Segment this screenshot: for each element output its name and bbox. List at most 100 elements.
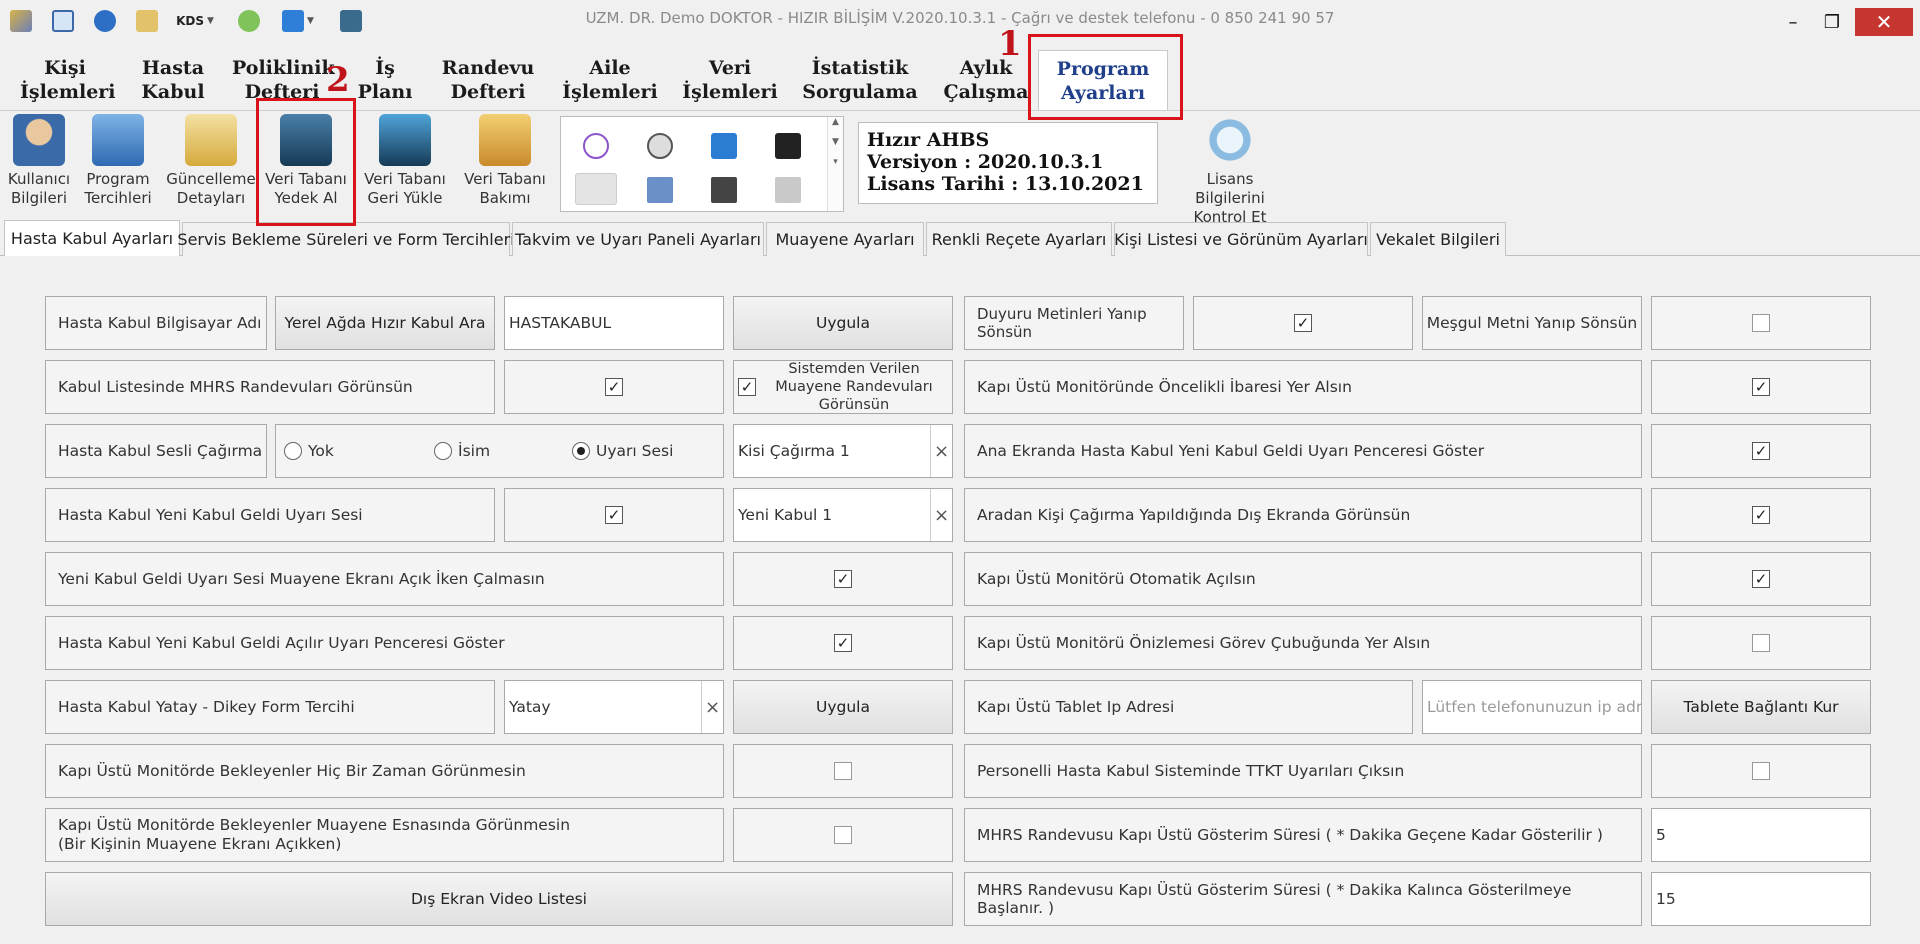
radio-name-label: İsim	[458, 442, 491, 461]
radio-none-label: Yok	[308, 442, 334, 461]
system-appt-checkbox[interactable]: ✓	[738, 378, 756, 396]
radio-sound[interactable]	[572, 442, 590, 461]
grid-blue-icon[interactable]	[647, 177, 673, 203]
main-popup-checkbox[interactable]: ✓	[1752, 442, 1770, 460]
tab-muayene-ayarlari[interactable]: Muayene Ayarları	[766, 222, 924, 256]
tab-servis-bekleme[interactable]: Servis Bekleme Süreleri ve Form Tercihle…	[177, 222, 515, 256]
radio-name[interactable]	[434, 442, 452, 461]
annotation-number-2: 2	[326, 60, 350, 100]
apply-orientation-button[interactable]: Uygula	[733, 680, 953, 734]
menu-is-plani[interactable]: İş Planı	[350, 56, 420, 108]
grid-light-icon[interactable]	[775, 177, 801, 203]
pc-name-label: Hasta Kabul Bilgisayar Adı	[45, 296, 267, 350]
gallery-scrollbar[interactable]: ▲ ▼ ▾	[827, 117, 843, 211]
ttkt-cell	[1651, 744, 1871, 798]
version-number: Versiyon : 2020.10.3.1	[867, 151, 1104, 173]
popup-checkbox[interactable]: ✓	[834, 634, 852, 652]
clear-icon[interactable]: ×	[701, 681, 723, 733]
annotation-number-1: 1	[998, 24, 1022, 64]
priority-checkbox[interactable]: ✓	[1752, 378, 1770, 396]
call-sound-select[interactable]: Kisi Çağırma 1 ×	[733, 424, 953, 478]
pc-name-input[interactable]: HASTAKABUL	[504, 296, 724, 350]
blink-checkbox[interactable]: ✓	[1294, 314, 1312, 332]
database-restore-icon	[379, 114, 431, 166]
office-blue-icon[interactable]	[711, 133, 737, 159]
tab-takvim-uyari[interactable]: Takvim ve Uyarı Paneli Ayarları	[512, 222, 764, 256]
tab-renkli-recete[interactable]: Renkli Reçete Ayarları	[926, 222, 1112, 256]
popup-label: Hasta Kabul Yeni Kabul Geldi Açılır Uyar…	[45, 616, 724, 670]
voice-call-label: Hasta Kabul Sesli Çağırma	[45, 424, 267, 478]
busy-blink-checkbox[interactable]	[1752, 314, 1770, 332]
mhrs-visible-cell: ✓	[504, 360, 724, 414]
menu-aile-islemleri[interactable]: Aile İşlemleri	[560, 56, 660, 108]
video-list-button[interactable]: Dış Ekran Video Listesi	[45, 872, 953, 926]
tab-kisi-listesi[interactable]: Kişi Listesi ve Görünüm Ayarları	[1114, 222, 1368, 256]
auto-open-checkbox[interactable]: ✓	[1752, 570, 1770, 588]
menu-veri-islemleri[interactable]: Veri İşlemleri	[680, 56, 780, 108]
blink-cell: ✓	[1193, 296, 1413, 350]
auto-open-cell: ✓	[1651, 552, 1871, 606]
radio-sound-option[interactable]: Uyarı Sesi	[572, 442, 673, 461]
mhrs-time1-input[interactable]: 5	[1651, 808, 1871, 862]
update-details-button[interactable]: Güncelleme Detayları	[164, 114, 258, 208]
new-sound-checkbox[interactable]: ✓	[605, 506, 623, 524]
theme-gallery[interactable]: ▲ ▼ ▾	[560, 116, 844, 212]
license-date: Lisans Tarihi : 13.10.2021	[867, 173, 1144, 195]
apply-button[interactable]: Uygula	[733, 296, 953, 350]
new-sound-select[interactable]: Yeni Kabul 1 ×	[733, 488, 953, 542]
radio-sound-label: Uyarı Sesi	[596, 442, 674, 461]
radio-none[interactable]	[284, 442, 302, 461]
office-black-icon[interactable]	[775, 133, 801, 159]
version-box: Hızır AHBS Versiyon : 2020.10.3.1 Lisans…	[858, 122, 1158, 204]
main-popup-label: Ana Ekranda Hasta Kabul Yeni Kabul Geldi…	[964, 424, 1642, 478]
mhrs-time1-label: MHRS Randevusu Kapı Üstü Gösterim Süresi…	[964, 808, 1642, 862]
clear-icon[interactable]: ×	[930, 425, 952, 477]
exam-hide-checkbox[interactable]	[834, 826, 852, 844]
menu-randevu-defteri[interactable]: Randevu Defteri	[438, 56, 538, 108]
grid-dark-icon[interactable]	[711, 177, 737, 203]
office-gray-icon[interactable]	[575, 173, 617, 205]
refresh-icon	[1204, 114, 1256, 166]
user-info-button[interactable]: Kullanıcı Bilgileri	[4, 114, 74, 208]
priority-cell: ✓	[1651, 360, 1871, 414]
preview-checkbox[interactable]	[1752, 634, 1770, 652]
mhrs-time2-input[interactable]: 15	[1651, 872, 1871, 926]
ttkt-label: Personelli Hasta Kabul Sisteminde TTKT U…	[964, 744, 1642, 798]
orientation-select[interactable]: Yatay ×	[504, 680, 724, 734]
popup-cell: ✓	[733, 616, 953, 670]
system-appt-cell: ✓ Sistemden Verilen Muayene Randevuları …	[733, 360, 953, 414]
never-show-cell	[733, 744, 953, 798]
tablet-connect-button[interactable]: Tablete Bağlantı Kur	[1651, 680, 1871, 734]
theme-gray-icon[interactable]	[647, 133, 673, 159]
tab-vekalet-bilgileri[interactable]: Vekalet Bilgileri	[1370, 222, 1506, 256]
intermediate-checkbox[interactable]: ✓	[1752, 506, 1770, 524]
restore-button[interactable]: ❐	[1814, 8, 1850, 36]
priority-label: Kapı Üstü Monitöründe Öncelikli İbaresi …	[964, 360, 1642, 414]
no-play-checkbox[interactable]: ✓	[834, 570, 852, 588]
highlight-backup-button	[256, 98, 356, 226]
mhrs-visible-label: Kabul Listesinde MHRS Randevuları Görüns…	[45, 360, 495, 414]
database-maintenance-button[interactable]: Veri Tabanı Bakımı	[458, 114, 552, 208]
radio-name-option[interactable]: İsim	[434, 442, 572, 461]
never-show-checkbox[interactable]	[834, 762, 852, 780]
theme-purple-icon[interactable]	[583, 133, 609, 159]
program-preferences-button[interactable]: Program Tercihleri	[80, 114, 156, 208]
mhrs-visible-checkbox[interactable]: ✓	[605, 378, 623, 396]
search-network-button[interactable]: Yerel Ağda Hızır Kabul Ara	[275, 296, 495, 350]
license-check-button[interactable]: Lisans Bilgilerini Kontrol Et	[1170, 114, 1290, 227]
close-button[interactable]: ✕	[1855, 8, 1913, 36]
ttkt-checkbox[interactable]	[1752, 762, 1770, 780]
toolbar-label: Kullanıcı Bilgileri	[7, 170, 71, 207]
minimize-button[interactable]: –	[1776, 8, 1810, 36]
tab-hasta-kabul-ayarlari[interactable]: Hasta Kabul Ayarları	[4, 220, 180, 256]
menu-kisi-islemleri[interactable]: Kişi İşlemleri	[20, 56, 116, 108]
radio-none-option[interactable]: Yok	[284, 442, 434, 461]
database-restore-button[interactable]: Veri Tabanı Geri Yükle	[360, 114, 450, 208]
menu-istatistik-sorgulama[interactable]: İstatistik Sorgulama	[800, 56, 920, 108]
menu-hasta-kabul[interactable]: Hasta Kabul	[128, 56, 218, 108]
orientation-label: Hasta Kabul Yatay - Dikey Form Tercihi	[45, 680, 495, 734]
clear-icon[interactable]: ×	[930, 489, 952, 541]
exam-hide-line2: (Bir Kişinin Muayene Ekranı Açıkken)	[58, 835, 342, 853]
tablet-ip-input[interactable]: Lütfen telefonunuzun ip adresi	[1422, 680, 1642, 734]
exam-hide-line1: Kapı Üstü Monitörde Bekleyenler Muayene …	[58, 816, 571, 834]
